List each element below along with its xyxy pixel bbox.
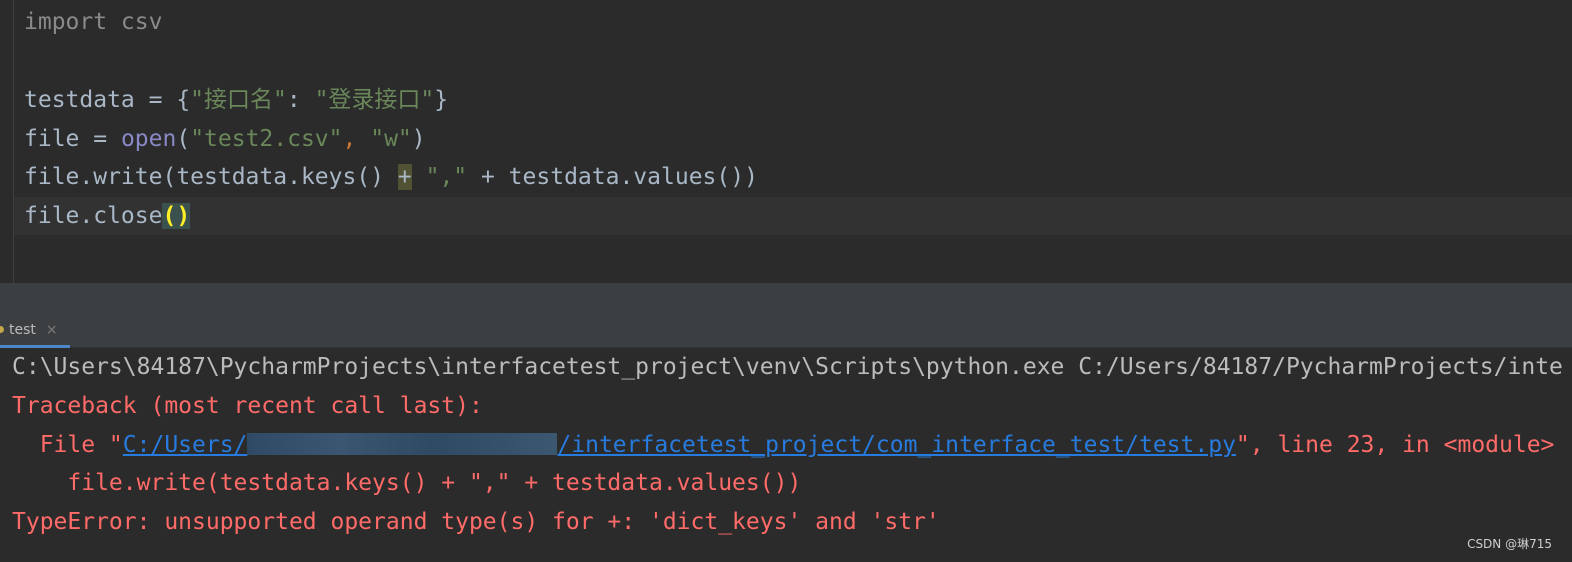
tab-run-test[interactable]: test ×: [0, 313, 70, 348]
code-token: file.close: [24, 203, 163, 229]
code-token: file.write(testdata.keys(): [24, 164, 398, 190]
code-token: :: [286, 87, 315, 113]
console-traceback-file: File "C:/Users//interfacetest_project/co…: [12, 426, 1555, 464]
file-link[interactable]: C:/Users//interfacetest_project/com_inte…: [123, 432, 1236, 458]
code-token: (: [176, 126, 191, 152]
matched-paren-highlight: (): [162, 203, 191, 229]
code-line-5[interactable]: file.write(testdata.keys() + "," + testd…: [14, 158, 1572, 196]
code-builtin: open: [120, 126, 177, 152]
code-line-4[interactable]: file = open("test2.csv", "w"): [14, 120, 1572, 158]
tab-label: test: [9, 322, 36, 338]
code-token: + testdata.values()): [467, 164, 758, 190]
error-highlight-operator[interactable]: +: [397, 164, 412, 190]
code-string: "w": [370, 126, 412, 152]
code-editor[interactable]: import csv testdata = {"接口名": "登录接口"} fi…: [0, 0, 1572, 283]
console-traceback-header: Traceback (most recent call last):: [12, 393, 483, 419]
code-comma: ,: [342, 126, 371, 152]
run-tool-tabbar: test ×: [0, 313, 1572, 348]
file-suffix: ", line 23, in <module>: [1235, 432, 1555, 458]
close-icon[interactable]: ×: [46, 322, 58, 338]
code-line-3[interactable]: testdata = {"接口名": "登录接口"}: [14, 81, 1572, 119]
console-traceback-code: file.write(testdata.keys() + "," + testd…: [12, 470, 802, 496]
code-token: ): [411, 126, 426, 152]
code-string: ",": [425, 164, 468, 190]
file-prefix: File ": [12, 432, 123, 458]
code-string: "登录接口": [314, 87, 435, 113]
code-token: file =: [24, 126, 121, 152]
code-string: "接口名": [190, 87, 287, 113]
code-string: "test2.csv": [190, 126, 343, 152]
run-console[interactable]: C:\Users\84187\PycharmProjects\interface…: [0, 348, 1572, 562]
code-token: testdata = {: [24, 87, 191, 113]
code-line-2[interactable]: [14, 41, 1572, 79]
code-text: import csv: [24, 9, 163, 35]
code-line-1[interactable]: import csv: [14, 3, 1572, 41]
code-line-6-current[interactable]: file.close(): [14, 197, 1572, 235]
panel-splitter[interactable]: [0, 283, 1572, 313]
console-command-line: C:\Users\84187\PycharmProjects\interface…: [12, 354, 1563, 380]
redacted-block: [247, 433, 558, 455]
console-error-message: TypeError: unsupported operand type(s) f…: [12, 509, 940, 535]
watermark-text: CSDN @琳715: [1467, 537, 1552, 551]
python-run-icon: [0, 326, 4, 333]
code-token: }: [434, 87, 449, 113]
